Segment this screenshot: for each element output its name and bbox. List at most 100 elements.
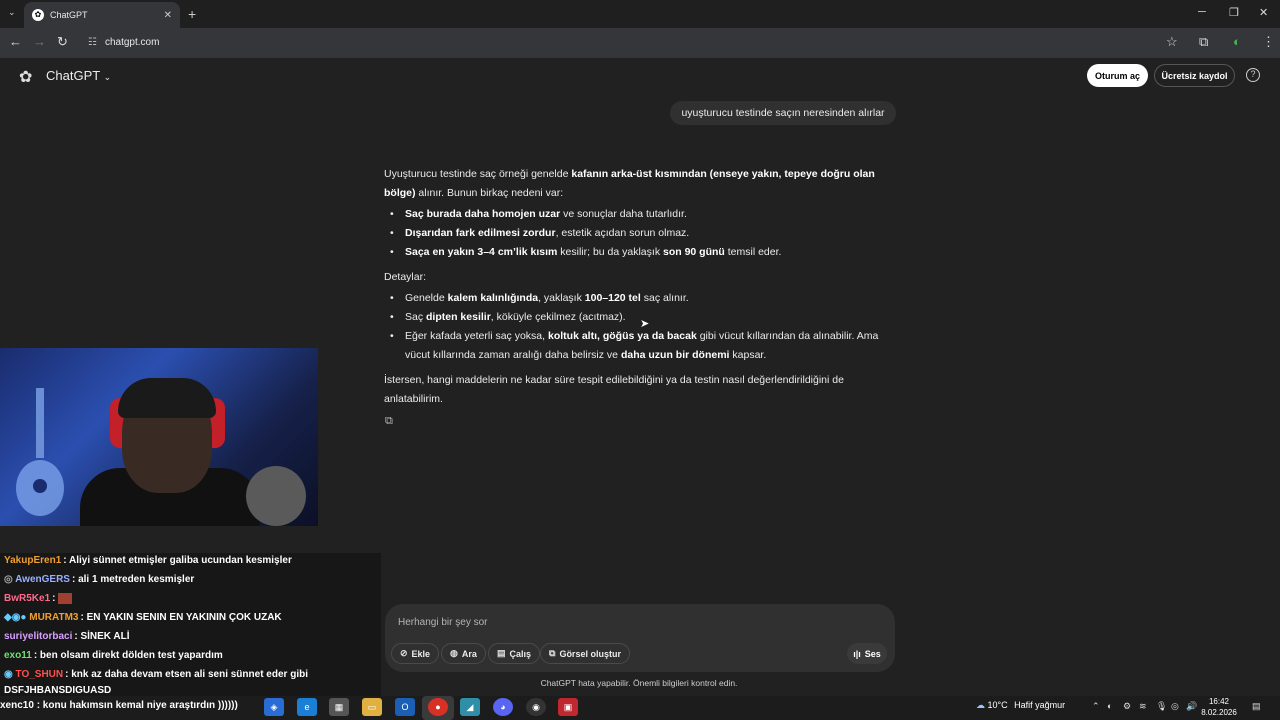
- message-input[interactable]: Herhangi bir şey sor: [398, 617, 487, 628]
- search-button[interactable]: ◍ Ara: [441, 643, 486, 664]
- chat-line: ◆◉● MURATM3: EN YAKIN SENIN EN YAKININ Ç…: [4, 612, 282, 623]
- reload-icon[interactable]: ↻: [57, 34, 68, 50]
- chat-line: ◉ TO_SHUN: knk az daha devam etsen ali s…: [4, 669, 308, 680]
- obs-icon[interactable]: ◉: [526, 698, 546, 716]
- create-image-button[interactable]: ⧉ Görsel oluştur: [540, 643, 630, 664]
- chatgpt-logo-icon: ✿: [19, 69, 33, 86]
- copy-icon[interactable]: ⧉: [385, 415, 393, 428]
- copilot-icon[interactable]: ◈: [264, 698, 284, 716]
- weather-widget[interactable]: ☁ 10°C Hafif yağmur: [976, 700, 1065, 711]
- chat-user: suriyelitorbaci: [4, 631, 73, 642]
- tab-close-icon[interactable]: ✕: [164, 10, 172, 21]
- mic-tray-icon[interactable]: 🎙: [1156, 701, 1167, 712]
- details-label: Detaylar:: [384, 271, 427, 283]
- chat-text: : EN YAKIN SENIN EN YAKININ ÇOK UZAK: [80, 612, 282, 623]
- help-icon[interactable]: ?: [1246, 68, 1260, 82]
- globe-icon: ◍: [450, 648, 458, 658]
- intro-text-end: alınır. Bunun birkaç nedeni var:: [415, 187, 564, 199]
- disclaimer-text: ChatGPT hata yapabilir. Önemli bilgileri…: [540, 678, 738, 688]
- date: 8.02.2026: [1201, 708, 1237, 717]
- browser-tab[interactable]: ✿ ChatGPT ✕: [24, 2, 180, 28]
- extensions-icon[interactable]: ⧉: [1199, 34, 1208, 50]
- webcam-overlay: [0, 348, 318, 526]
- minimize-icon[interactable]: ─: [1198, 6, 1206, 18]
- chat-text: : Aliyi sünnet etmişler galiba ucundan k…: [63, 555, 292, 566]
- image-icon: ⧉: [549, 648, 556, 658]
- chat-user: TO_SHUN: [15, 669, 64, 680]
- microphone-icon: [246, 466, 306, 526]
- time: 16:42: [1208, 697, 1230, 706]
- guitar-icon: [16, 388, 64, 516]
- url-text: chatgpt.com: [104, 37, 160, 48]
- answer-outro: İstersen, hangi maddelerin ne kadar süre…: [384, 374, 844, 405]
- tab-title: ChatGPT: [50, 10, 88, 20]
- forward-icon[interactable]: →: [33, 34, 46, 49]
- stream-app-icon[interactable]: ▣: [558, 698, 578, 716]
- tray-chevron-icon[interactable]: ⌃: [1092, 701, 1100, 712]
- chat-line: exo11: ben olsam direkt dölden test yapa…: [4, 650, 223, 661]
- discord-icon[interactable]: ◕: [493, 698, 513, 716]
- signup-button[interactable]: Ücretsiz kaydol: [1154, 64, 1235, 87]
- chat-line: suriyelitorbaci: SİNEK ALİ: [4, 631, 130, 642]
- user-message-bubble: uyuşturucu testinde saçın neresinden alı…: [670, 101, 896, 125]
- chat-text: : knk az daha devam etsen ali seni sünne…: [65, 669, 308, 680]
- chat-line: ◎ AwenGERS: ali 1 metreden kesmişler: [4, 574, 195, 585]
- steam-icon[interactable]: ◐: [1107, 701, 1112, 711]
- chat-text: : ali 1 metreden kesmişler: [71, 574, 195, 585]
- emote-icon: [58, 593, 73, 604]
- stream-chat-overlay: YakupEren1: Aliyi sünnet etmişler galiba…: [0, 553, 381, 720]
- profile-icon[interactable]: ◐: [1233, 34, 1241, 49]
- study-button[interactable]: ▤ Çalış: [488, 643, 541, 664]
- chat-line: BwR5Ke1:: [4, 593, 73, 605]
- back-icon[interactable]: ←: [9, 34, 22, 49]
- chat-user: MURATM3: [29, 612, 79, 623]
- assistant-message: Uyuşturucu testinde saç örneği genelde k…: [384, 165, 884, 411]
- notification-icon[interactable]: ▤: [1252, 701, 1261, 712]
- site-info-icon[interactable]: ☷: [88, 37, 97, 48]
- weather-temp: 10°C: [987, 700, 1008, 710]
- new-tab-icon[interactable]: +: [188, 6, 196, 22]
- chat-text: : ben olsam direkt dölden test yapardım: [33, 650, 223, 661]
- list-item: Saç burada daha homojen uzar ve sonuçlar…: [384, 205, 884, 224]
- list-item: Saç dipten kesilir, köküyle çekilmez (ac…: [384, 308, 884, 327]
- list-item: Genelde kalem kalınlığında, yaklaşık 100…: [384, 289, 884, 308]
- list-item: Dışarıdan fark edilmesi zordur, estetik …: [384, 224, 884, 243]
- chat-user: BwR5Ke1: [4, 593, 51, 605]
- outlook-icon[interactable]: O: [395, 698, 415, 716]
- location-tray-icon[interactable]: ◎: [1171, 701, 1179, 712]
- chat-ticker: xenc10 : konu hakımsın kemal niye araştı…: [0, 700, 238, 711]
- chatgpt-favicon-icon: ✿: [32, 9, 44, 21]
- chat-user: YakupEren1: [4, 555, 62, 566]
- address-bar[interactable]: ☷ chatgpt.com: [78, 31, 1188, 54]
- restore-icon[interactable]: ❐: [1229, 6, 1239, 19]
- chat-line: DSFJHBANSDIGUASD: [4, 685, 111, 696]
- menu-kebab-icon[interactable]: ⋮: [1262, 34, 1275, 50]
- edge-icon[interactable]: e: [297, 698, 317, 716]
- voice-button[interactable]: ı|ı Ses: [847, 643, 887, 664]
- file-explorer-icon[interactable]: ▭: [362, 698, 382, 716]
- answer-intro: Uyuşturucu testinde saç örneği genelde k…: [384, 165, 884, 203]
- details-list: Genelde kalem kalınlığında, yaklaşık 100…: [384, 289, 884, 365]
- app-name: ChatGPT: [46, 68, 100, 83]
- tab-list-chevron-icon[interactable]: ⌄: [8, 7, 16, 18]
- bookmark-star-icon[interactable]: ☆: [1166, 34, 1178, 50]
- intro-text: Uyuşturucu testinde saç örneği genelde: [384, 168, 572, 180]
- notes-icon[interactable]: ◢: [460, 698, 480, 716]
- taskbar-clock[interactable]: 16:42 8.02.2026: [1196, 696, 1242, 718]
- chat-user: AwenGERS: [15, 574, 70, 585]
- login-button[interactable]: Oturum aç: [1087, 64, 1148, 87]
- waveform-icon: ı|ı: [853, 648, 861, 659]
- settings-tray-icon[interactable]: ⚙: [1123, 701, 1131, 712]
- model-selector[interactable]: ChatGPT ⌄: [46, 68, 111, 83]
- window-close-icon[interactable]: ✕: [1259, 6, 1268, 19]
- chrome-icon[interactable]: ●: [428, 698, 448, 716]
- store-icon[interactable]: ▦: [329, 698, 349, 716]
- network-tray-icon[interactable]: ≋: [1139, 701, 1147, 712]
- mouse-cursor-icon: ➤: [640, 318, 650, 330]
- chevron-down-icon: ⌄: [103, 72, 112, 82]
- cloud-rain-icon: ☁: [976, 700, 985, 710]
- chat-line: YakupEren1: Aliyi sünnet etmişler galiba…: [4, 555, 292, 566]
- chat-text: :: [52, 593, 56, 605]
- chat-user: exo11: [4, 650, 32, 661]
- attach-button[interactable]: ⊘ Ekle: [391, 643, 440, 664]
